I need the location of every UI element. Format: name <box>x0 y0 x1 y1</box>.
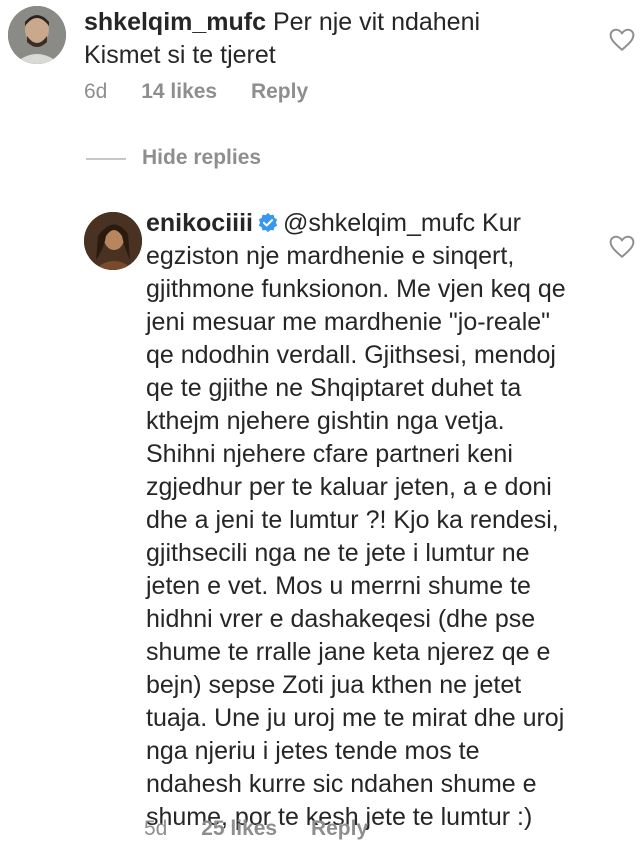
comment-body: shkelqim_mufc Per nje vit ndaheni Kismet… <box>84 6 624 72</box>
heart-icon[interactable] <box>609 235 635 259</box>
comment-text: Kur egziston nje mardhenie e sinqert, gj… <box>146 209 566 831</box>
comment-likes[interactable]: 14 likes <box>141 80 217 104</box>
mention-link[interactable]: @shkelqim_mufc <box>283 209 475 237</box>
comment-meta: 5d 25 likes Reply <box>144 817 396 841</box>
avatar[interactable] <box>8 6 66 64</box>
comment-meta: 6d 14 likes Reply <box>84 80 336 104</box>
hide-replies-divider <box>86 158 126 160</box>
hide-replies-label: Hide replies <box>142 146 262 169</box>
comment-time: 5d <box>144 817 168 840</box>
reply-button[interactable]: Reply <box>311 817 368 841</box>
comment-username[interactable]: shkelqim_mufc <box>84 8 266 36</box>
comment-username[interactable]: enikociiii <box>146 209 253 237</box>
heart-icon[interactable] <box>609 28 635 52</box>
avatar[interactable] <box>84 212 142 270</box>
comment-likes[interactable]: 25 likes <box>201 817 277 841</box>
comment-time: 6d <box>84 80 108 103</box>
reply-button[interactable]: Reply <box>251 80 308 104</box>
comment-body: enikociiii @shkelqim_mufc Kur egziston nj… <box>146 207 576 834</box>
verified-badge-icon <box>258 212 278 233</box>
